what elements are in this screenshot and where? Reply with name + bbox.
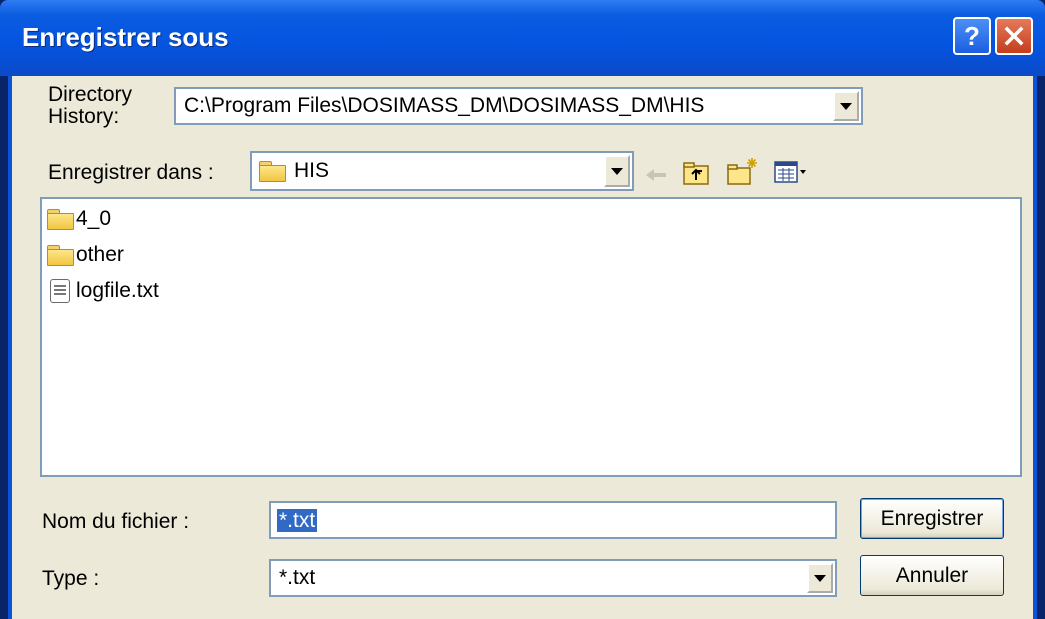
file-name: 4_0: [76, 207, 112, 230]
directory-history-label: Directory History:: [48, 84, 132, 128]
chevron-down-icon[interactable]: [604, 155, 630, 187]
filename-value: *.txt: [277, 509, 318, 532]
up-folder-icon[interactable]: [682, 160, 710, 186]
save-in-combo[interactable]: HIS: [250, 151, 634, 191]
directory-history-label-line2: History:: [48, 105, 120, 128]
help-button[interactable]: ?: [953, 17, 991, 55]
list-item[interactable]: other: [46, 241, 124, 269]
filename-value-wrap: *.txt: [277, 509, 318, 533]
chevron-down-icon[interactable]: [807, 563, 833, 593]
save-in-value: HIS: [294, 159, 330, 182]
save-in-value-wrap: HIS: [258, 159, 329, 183]
file-list[interactable]: 4_0 other logfile.txt: [40, 197, 1022, 477]
filetype-combo[interactable]: *.txt: [269, 559, 837, 597]
file-name: other: [76, 243, 124, 266]
filetype-value: *.txt: [279, 566, 316, 589]
folder-icon: [46, 209, 74, 230]
chevron-down-icon[interactable]: [833, 91, 859, 121]
list-item[interactable]: 4_0: [46, 205, 111, 233]
save-in-label: Enregistrer dans :: [48, 161, 214, 184]
directory-history-value: C:\Program Files\DOSIMASS_DM\DOSIMASS_DM…: [184, 94, 705, 117]
list-item[interactable]: logfile.txt: [46, 277, 159, 305]
filename-label: Nom du fichier :: [42, 510, 190, 533]
view-menu-icon[interactable]: [774, 160, 810, 184]
title-bar[interactable]: Enregistrer sous ?: [0, 0, 1045, 76]
cancel-button[interactable]: Annuler: [860, 555, 1004, 596]
directory-history-combo[interactable]: C:\Program Files\DOSIMASS_DM\DOSIMASS_DM…: [174, 87, 863, 125]
folder-icon: [258, 161, 286, 182]
folder-icon: [46, 245, 74, 266]
file-name: logfile.txt: [76, 279, 159, 302]
new-folder-icon[interactable]: [726, 156, 760, 186]
text-file-icon: [50, 279, 70, 303]
save-button[interactable]: Enregistrer: [860, 498, 1004, 539]
window-title: Enregistrer sous: [22, 22, 229, 52]
back-arrow-icon[interactable]: [644, 164, 670, 186]
close-icon: [1004, 26, 1024, 46]
dialog-client: Directory History: C:\Program Files\DOSI…: [8, 76, 1037, 619]
filetype-label: Type :: [42, 567, 100, 590]
directory-history-label-line1: Directory: [48, 83, 133, 106]
close-button[interactable]: [995, 17, 1033, 55]
filename-input[interactable]: *.txt: [269, 501, 837, 539]
save-as-dialog: Enregistrer sous ? Directory History: C:…: [0, 0, 1045, 619]
